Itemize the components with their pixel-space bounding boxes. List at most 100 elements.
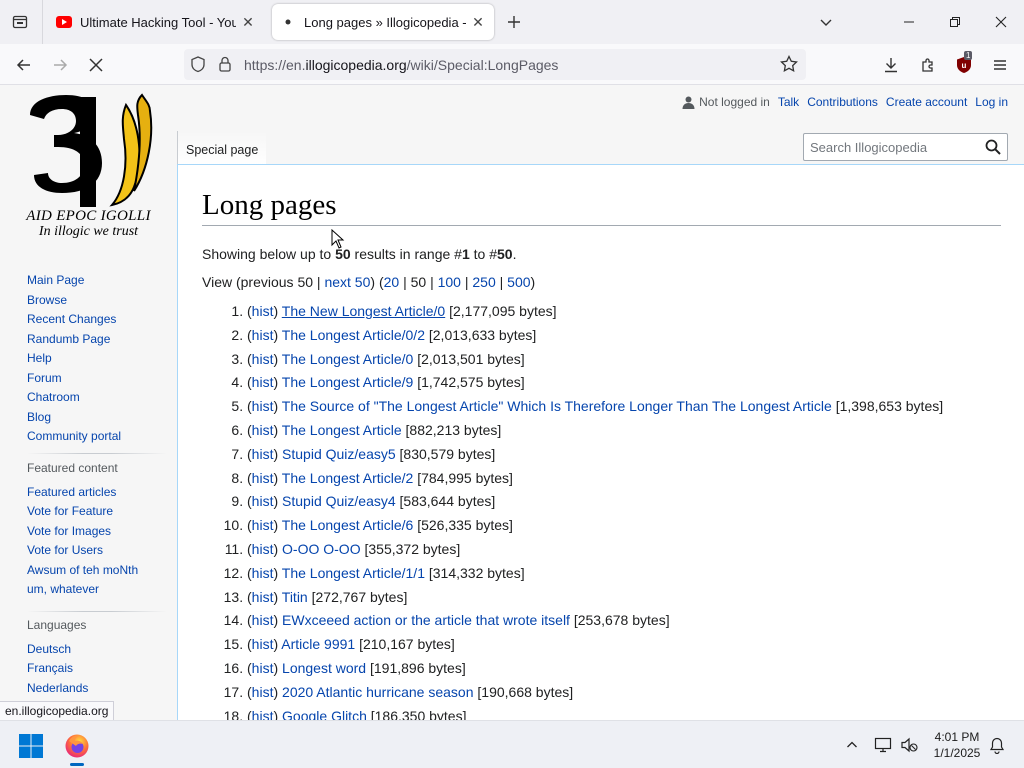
hist-link[interactable]: hist xyxy=(252,541,274,557)
login-link[interactable]: Log in xyxy=(975,95,1008,109)
um-whatever-link[interactable]: um, whatever xyxy=(27,580,138,600)
url-text[interactable]: https://en.illogicopedia.org/wiki/Specia… xyxy=(244,57,558,73)
article-link[interactable]: The Source of "The Longest Article" Whic… xyxy=(282,398,832,414)
hist-link[interactable]: hist xyxy=(252,493,274,509)
back-button[interactable] xyxy=(10,51,38,79)
article-link[interactable]: Stupid Quiz/easy5 xyxy=(282,446,396,462)
lock-icon[interactable] xyxy=(218,56,232,77)
article-link[interactable]: The Longest Article/1/1 xyxy=(282,565,425,581)
hist-link[interactable]: hist xyxy=(252,684,274,700)
tab-special-page[interactable]: Special page xyxy=(177,131,267,165)
tab-youtube[interactable]: Ultimate Hacking Tool - YouTube ✕ xyxy=(48,4,264,40)
hist-link[interactable]: hist xyxy=(252,708,274,720)
downloads-button[interactable] xyxy=(877,51,905,79)
nav-community-portal[interactable]: Community portal xyxy=(27,427,121,447)
article-link[interactable]: O-OO O-OO xyxy=(282,541,361,557)
minimize-button[interactable] xyxy=(886,6,932,38)
awsum-of-teh-month-link[interactable]: Awsum of teh moNth xyxy=(27,561,138,581)
search-input[interactable] xyxy=(804,134,974,160)
tracking-protection-icon[interactable] xyxy=(190,56,206,78)
article-link[interactable]: The Longest Article/0/2 xyxy=(282,327,425,343)
languages-heading: Languages xyxy=(27,618,87,632)
extensions-button[interactable] xyxy=(914,51,942,79)
firefox-taskbar-button[interactable] xyxy=(58,727,96,765)
volume-button[interactable] xyxy=(899,735,919,755)
nav-recent-changes[interactable]: Recent Changes xyxy=(27,310,121,330)
network-button[interactable] xyxy=(873,735,893,755)
lang-francais[interactable]: Français xyxy=(27,659,88,679)
hist-link[interactable]: hist xyxy=(252,517,274,533)
vote-for-users-link[interactable]: Vote for Users xyxy=(27,541,138,561)
menu-button[interactable] xyxy=(986,51,1014,79)
firefox-view-button[interactable] xyxy=(8,10,32,34)
talk-link[interactable]: Talk xyxy=(778,95,799,109)
nav-forum[interactable]: Forum xyxy=(27,369,121,389)
contributions-link[interactable]: Contributions xyxy=(807,95,878,109)
article-link[interactable]: Stupid Quiz/easy4 xyxy=(282,493,396,509)
limit-250-link[interactable]: 250 xyxy=(472,274,495,290)
nav-main-page[interactable]: Main Page xyxy=(27,271,121,291)
vote-for-images-link[interactable]: Vote for Images xyxy=(27,522,138,542)
close-tab-icon[interactable]: ✕ xyxy=(470,14,486,30)
hist-link[interactable]: hist xyxy=(252,327,274,343)
hist-link[interactable]: hist xyxy=(252,351,274,367)
next-50-link[interactable]: next 50 xyxy=(324,274,370,290)
search-icon[interactable] xyxy=(985,139,1001,155)
hist-link[interactable]: hist xyxy=(252,470,274,486)
limit-100-link[interactable]: 100 xyxy=(438,274,461,290)
article-link[interactable]: The Longest Article/6 xyxy=(282,517,414,533)
article-link[interactable]: Google Glitch xyxy=(282,708,367,720)
article-link[interactable]: Article 9991 xyxy=(281,636,355,652)
list-all-tabs-button[interactable] xyxy=(814,10,838,34)
article-link[interactable]: 2020 Atlantic hurricane season xyxy=(282,684,473,700)
windows-start-icon[interactable] xyxy=(18,733,44,759)
close-window-button[interactable] xyxy=(978,6,1024,38)
nav-blog[interactable]: Blog xyxy=(27,408,121,428)
article-link[interactable]: Titin xyxy=(282,589,308,605)
system-clock[interactable]: 4:01 PM 1/1/2025 xyxy=(925,729,989,761)
vote-for-feature-link[interactable]: Vote for Feature xyxy=(27,502,138,522)
limit-20-link[interactable]: 20 xyxy=(384,274,400,290)
hist-link[interactable]: hist xyxy=(252,422,274,438)
article-link[interactable]: The Longest Article/0 xyxy=(282,351,414,367)
nav-help[interactable]: Help xyxy=(27,349,121,369)
featured-articles-link[interactable]: Featured articles xyxy=(27,483,138,503)
close-tab-icon[interactable]: ✕ xyxy=(240,14,256,30)
personal-tools: Not logged in Talk Contributions Create … xyxy=(682,95,1008,109)
nav-browse[interactable]: Browse xyxy=(27,291,121,311)
page-title: Long pages xyxy=(202,187,1001,226)
hist-link[interactable]: hist xyxy=(252,612,274,628)
list-item: (hist) 2020 Atlantic hurricane season [1… xyxy=(247,681,1000,705)
url-bar[interactable]: https://en.illogicopedia.org/wiki/Specia… xyxy=(184,49,806,80)
new-tab-button[interactable] xyxy=(502,10,526,34)
hist-link[interactable]: hist xyxy=(252,565,274,581)
hist-link[interactable]: hist xyxy=(252,398,274,414)
hist-link[interactable]: hist xyxy=(252,636,274,652)
restore-button[interactable] xyxy=(932,6,978,38)
hist-link[interactable]: hist xyxy=(252,303,274,319)
hist-link[interactable]: hist xyxy=(252,589,274,605)
nav-randumb-page[interactable]: Randumb Page xyxy=(27,330,121,350)
article-link[interactable]: The New Longest Article/0 xyxy=(282,303,445,319)
firefox-icon xyxy=(65,734,89,758)
article-link[interactable]: The Longest Article/9 xyxy=(282,374,414,390)
article-link[interactable]: Longest word xyxy=(282,660,366,676)
ublock-button[interactable]: u 1 xyxy=(950,51,978,79)
notifications-button[interactable] xyxy=(987,735,1007,755)
limit-500-link[interactable]: 500 xyxy=(507,274,530,290)
article-link[interactable]: The Longest Article/2 xyxy=(282,470,414,486)
nav-chatroom[interactable]: Chatroom xyxy=(27,388,121,408)
bookmark-star-icon[interactable] xyxy=(780,54,798,78)
article-link[interactable]: EWxceeed action or the article that wrot… xyxy=(282,612,570,628)
stop-button[interactable] xyxy=(82,51,110,79)
article-link[interactable]: The Longest Article xyxy=(282,422,402,438)
hist-link[interactable]: hist xyxy=(252,660,274,676)
hist-link[interactable]: hist xyxy=(252,446,274,462)
create-account-link[interactable]: Create account xyxy=(886,95,967,109)
hist-link[interactable]: hist xyxy=(252,374,274,390)
show-hidden-icons-button[interactable] xyxy=(842,735,862,755)
forward-button[interactable] xyxy=(46,51,74,79)
lang-nederlands[interactable]: Nederlands xyxy=(27,679,88,699)
lang-deutsch[interactable]: Deutsch xyxy=(27,640,88,660)
tab-illogicopedia[interactable]: Long pages » Illogicopedia - The ✕ xyxy=(272,4,494,40)
